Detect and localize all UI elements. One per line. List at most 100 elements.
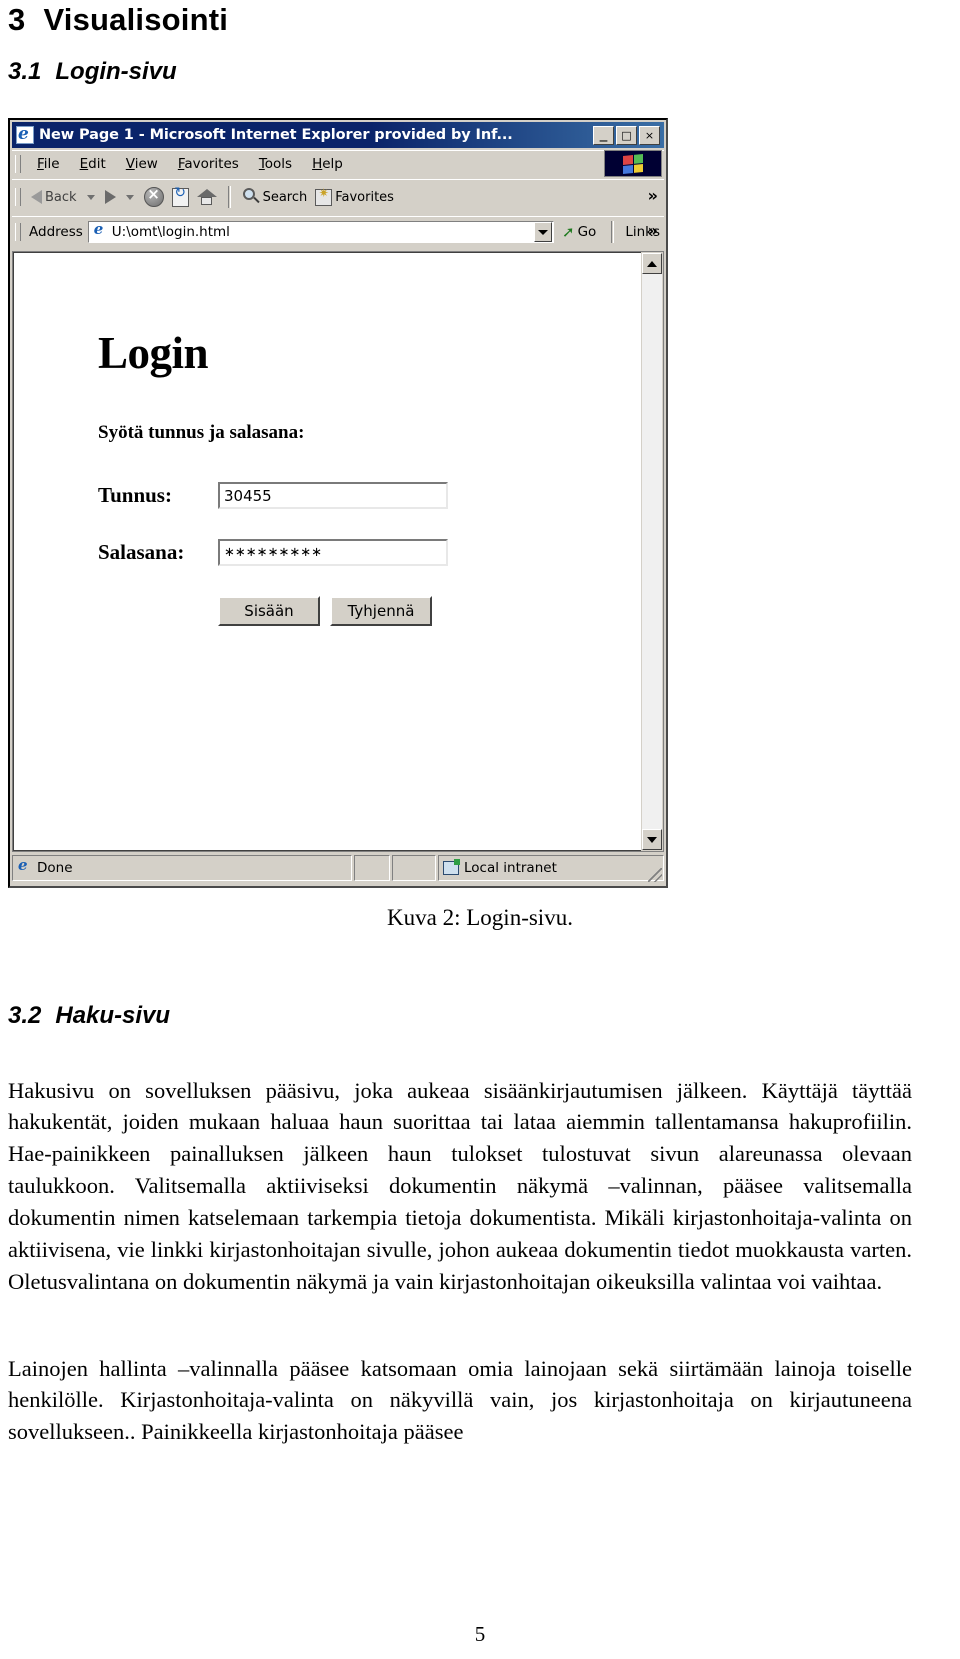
security-zone-pane[interactable]: Local intranet [438,855,664,881]
username-input-value: 30455 [224,486,272,505]
addressbar-separator [611,221,615,243]
addressbar-overflow-button[interactable]: » [648,221,658,240]
toolbar-grip-handle[interactable] [15,188,21,206]
maximize-icon: □ [621,128,632,142]
menu-item-tools[interactable]: Tools [249,154,302,174]
heading-section-3-1: 3.1 Login-sivu [8,58,177,86]
menu-item-edit-accel: E [79,156,89,172]
figure-caption: Kuva 2: Login-sivu. [387,905,573,930]
refresh-button[interactable] [168,185,193,209]
scrollbar-track[interactable] [642,274,662,829]
login-button-row: Sisään Tyhjennä [218,596,641,626]
addressbar-grip-handle[interactable] [15,223,21,241]
page-number: 5 [474,1622,486,1646]
address-label: Address [29,224,83,240]
stop-icon [143,185,164,207]
menu-item-help[interactable]: Help [302,154,353,174]
login-submit-button[interactable]: Sisään [218,596,320,626]
menu-item-edit[interactable]: Edit [70,154,116,174]
body-paragraph-2: Lainojen hallinta –valinnalla pääsee kat… [8,1355,912,1445]
document-page: 3 Visualisointi 3.1 Login-sivu New Page 1 … [0,0,960,1659]
minimize-button[interactable]: _ [593,123,614,145]
chevron-up-icon [647,260,657,267]
address-input[interactable]: U:\omt\login.html [87,220,554,243]
login-instruction-text: Syötä tunnus ja salasana: [98,422,305,443]
browser-content-area: Login Syötä tunnus ja salasana: Tunnus: … [12,251,664,852]
local-intranet-icon [443,859,460,875]
search-button[interactable]: Search [238,186,312,208]
search-icon [242,188,260,206]
login-clear-button[interactable]: Tyhjennä [330,596,432,626]
page-icon [91,220,108,240]
star-icon [315,186,333,206]
menu-item-file-label: ile [43,156,60,172]
toolbar-overflow-button[interactable]: » [648,186,658,205]
home-button[interactable] [193,186,221,208]
status-pane-empty-2 [392,855,436,881]
scroll-up-button[interactable] [642,253,662,274]
username-label: Tunnus: [98,483,172,507]
browser-menu-bar: File Edit View Favorites Tools Help [12,150,664,177]
browser-status-bar: Done Local intranet [12,855,664,881]
arrow-right-icon [104,190,116,204]
heading-section-3-2: 3.2 Haku-sivu [8,1002,170,1030]
menu-item-favorites-label: avorites [184,156,239,172]
chevron-down-icon [647,836,657,843]
back-button-label: Back [45,189,77,205]
status-text: Done [37,860,73,876]
stop-button[interactable] [140,185,168,209]
forward-dropdown-icon[interactable] [125,194,134,200]
heading-section-3-1-number: 3.1 [8,58,42,85]
search-button-label: Search [262,189,308,205]
toolbar-separator [227,186,231,208]
password-input[interactable]: ∗∗∗∗∗∗∗∗∗ [218,539,448,566]
maximize-button[interactable]: □ [616,125,637,145]
favorites-button-label: Favorites [335,189,394,205]
minimize-icon: _ [599,123,608,142]
window-controls: _ □ × [593,123,662,145]
browser-toolbar: Back Search Favorites » [12,179,664,214]
browser-window-screenshot: New Page 1 - Microsoft Internet Explorer… [8,118,668,888]
username-field-row: Tunnus: 30455 [98,482,641,509]
username-input[interactable]: 30455 [218,482,448,509]
resize-grip-icon[interactable] [648,868,662,882]
body-paragraph-1: Hakusivu on sovelluksen pääsivu, joka au… [8,1077,912,1295]
menu-item-favorites[interactable]: Favorites [168,154,249,174]
go-arrow-icon: ➚ [562,223,575,241]
menu-item-view-label: iew [134,156,158,172]
go-button-label: Go [577,224,597,240]
password-input-value: ∗∗∗∗∗∗∗∗∗ [224,545,323,560]
scroll-down-button[interactable] [642,829,662,850]
windows-logo-animation [604,150,662,177]
menu-item-view[interactable]: View [116,154,168,174]
heading-section-3-2-number: 3.2 [8,1002,42,1029]
close-button[interactable]: × [639,125,660,145]
back-dropdown-icon[interactable] [86,194,95,200]
status-pane-empty-1 [354,855,390,881]
menu-item-help-label: elp [322,156,343,172]
menu-item-edit-label: dit [88,156,106,172]
heading-section-3-2-title: Haku-sivu [55,1002,171,1029]
menu-item-tools-label: ools [264,156,293,172]
address-dropdown-button[interactable] [534,222,552,242]
favorites-button[interactable]: Favorites [311,186,398,208]
internet-explorer-icon [17,856,32,876]
menu-item-file-accel: F [37,156,44,172]
heading-section-3-number: 3 [8,2,26,37]
status-text-pane: Done [12,855,352,881]
menubar-grip-handle[interactable] [15,155,21,173]
forward-button[interactable] [101,188,120,206]
heading-section-3-1-title: Login-sivu [55,58,177,85]
close-icon: × [644,128,655,142]
heading-section-3: 3 Visualisointi [8,2,228,38]
arrow-left-icon [31,190,42,204]
menu-item-help-accel: H [312,156,323,172]
home-icon [196,188,217,206]
go-button[interactable]: ➚ Go [554,223,604,241]
vertical-scrollbar[interactable] [641,252,663,851]
menu-item-view-accel: V [125,156,135,172]
menu-item-file[interactable]: File [27,154,70,174]
back-button[interactable]: Back [27,188,81,207]
security-zone-label: Local intranet [464,860,557,876]
windows-flag-icon [623,153,643,174]
